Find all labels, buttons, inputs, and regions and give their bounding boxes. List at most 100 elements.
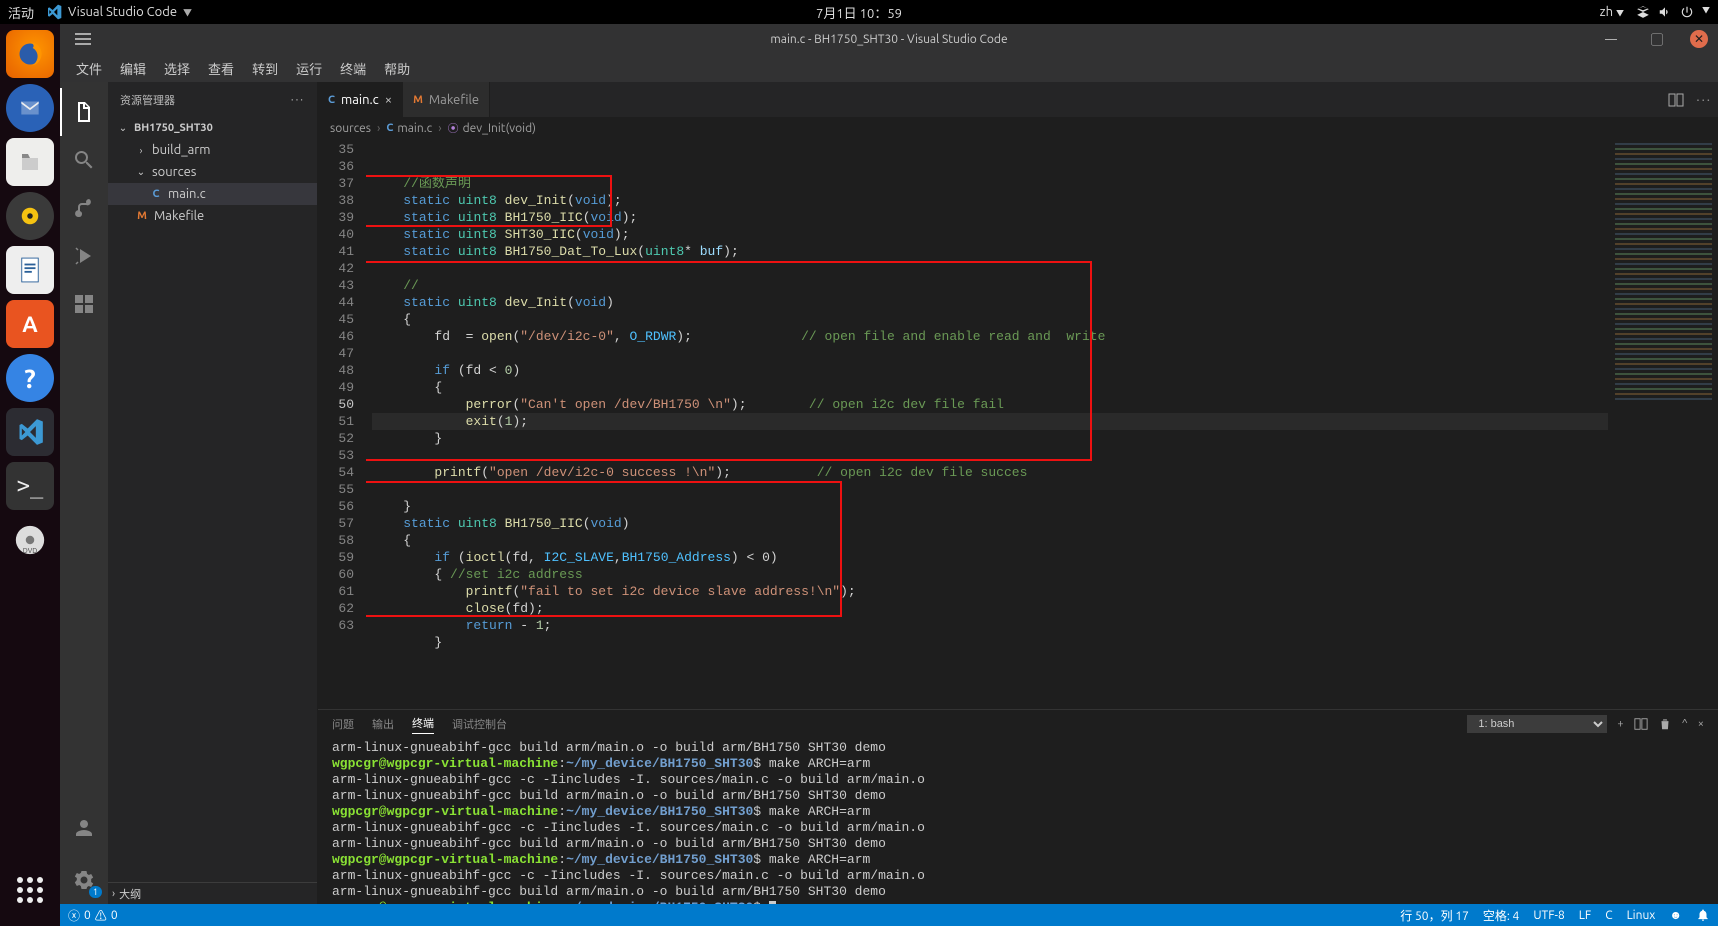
volume-icon[interactable] [1658, 5, 1672, 19]
activity-extensions[interactable] [60, 280, 108, 328]
close-panel-icon[interactable]: × [1698, 718, 1704, 730]
status-os[interactable]: Linux [1627, 907, 1656, 924]
code-editor[interactable]: 3536373839404142434445464748495051525354… [318, 139, 1718, 709]
tree-file-main[interactable]: C main.c [108, 183, 317, 205]
outline-label: 大纲 [119, 886, 141, 902]
chevron-right-icon: › [438, 122, 441, 135]
activity-bar: 1 [60, 82, 108, 904]
ubuntu-dock: A ? >_ DVD [0, 24, 60, 926]
menu-run[interactable]: 运行 [288, 56, 330, 81]
panel-tab-output[interactable]: 输出 [372, 716, 394, 732]
close-icon[interactable]: × [385, 93, 392, 107]
new-terminal-icon[interactable]: + [1617, 718, 1623, 730]
editor-group: C main.c × M Makefile ··· [318, 82, 1718, 904]
tree-folder-sources[interactable]: ⌄ sources [108, 161, 317, 183]
power-icon[interactable] [1680, 5, 1694, 19]
feedback-icon[interactable]: ☻ [1669, 907, 1682, 924]
close-button[interactable]: ✕ [1690, 30, 1708, 48]
menu-file[interactable]: 文件 [68, 56, 110, 81]
panel-tab-debug[interactable]: 调试控制台 [452, 716, 507, 732]
menu-help[interactable]: 帮助 [376, 56, 418, 81]
split-terminal-icon[interactable] [1634, 717, 1648, 731]
tree-folder-build[interactable]: › build_arm [108, 139, 317, 161]
minimap[interactable] [1608, 139, 1718, 709]
dock-software[interactable]: A [6, 300, 54, 348]
dock-rhythmbox[interactable] [6, 192, 54, 240]
network-icon[interactable] [1636, 5, 1650, 19]
status-problems[interactable]: ⓧ0 ⚠0 [68, 907, 118, 924]
show-apps-button[interactable] [6, 866, 54, 914]
dock-libreoffice[interactable] [6, 246, 54, 294]
status-eol[interactable]: LF [1579, 907, 1591, 924]
chevron-down-icon: ⌄ [134, 166, 148, 178]
menu-edit[interactable]: 编辑 [112, 56, 154, 81]
activity-account[interactable] [60, 804, 108, 852]
menu-select[interactable]: 选择 [156, 56, 198, 81]
app-icon[interactable] [60, 32, 106, 46]
tab-label: main.c [341, 93, 379, 107]
settings-badge: 1 [89, 886, 102, 898]
dock-files[interactable] [6, 138, 54, 186]
c-file-icon: C [386, 122, 393, 134]
trash-icon[interactable] [1658, 717, 1672, 731]
activity-debug[interactable] [60, 232, 108, 280]
makefile-icon: M [134, 210, 150, 222]
terminal-selector[interactable]: 1: bash [1467, 715, 1607, 733]
panel-tab-terminal[interactable]: 终端 [412, 715, 434, 734]
dock-terminal[interactable]: >_ [6, 462, 54, 510]
panel-tab-problems[interactable]: 问题 [332, 716, 354, 732]
status-encoding[interactable]: UTF-8 [1533, 907, 1564, 924]
notifications-icon[interactable] [1696, 907, 1710, 924]
activity-explorer[interactable] [60, 88, 108, 136]
dock-vscode[interactable] [6, 408, 54, 456]
maximize-button[interactable]: ▢ [1634, 24, 1680, 54]
file-label: main.c [168, 187, 206, 201]
chevron-right-icon: › [112, 888, 115, 900]
status-lang[interactable]: C [1605, 907, 1612, 924]
split-editor-icon[interactable] [1668, 92, 1684, 108]
code-content[interactable]: //函数声明 static uint8 dev_Init(void); stat… [366, 139, 1608, 709]
function-icon: ⦿ [448, 120, 459, 136]
explorer-sidebar: 资源管理器 ··· ⌄ BH1750_SHT30 › build_arm [108, 82, 318, 904]
file-label: Makefile [154, 209, 204, 223]
menu-view[interactable]: 查看 [200, 56, 242, 81]
tree-file-makefile[interactable]: M Makefile [108, 205, 317, 227]
outline-section[interactable]: › 大纲 [108, 882, 317, 904]
status-line-col[interactable]: 行 50，列 17 [1400, 907, 1469, 924]
dock-disc[interactable]: DVD [6, 516, 54, 564]
folder-label: build_arm [152, 143, 210, 157]
clock[interactable]: 7月1日 10：59 [816, 3, 902, 22]
terminal-output[interactable]: arm-linux-gnueabihf-gcc build arm/main.o… [318, 738, 1718, 904]
titlebar: main.c - BH1750_SHT30 - Visual Studio Co… [60, 24, 1718, 54]
vscode-icon [46, 4, 62, 20]
app-menu[interactable]: Visual Studio Code ▼ [46, 4, 192, 20]
svg-text:DVD: DVD [23, 547, 37, 555]
chevron-down-icon: ⌄ [116, 122, 130, 134]
maximize-panel-icon[interactable]: ^ [1682, 718, 1688, 730]
tab-makefile[interactable]: M Makefile [403, 82, 490, 117]
ime-indicator[interactable]: zh ▼ [1600, 5, 1624, 19]
menubar: 文件 编辑 选择 查看 转到 运行 终端 帮助 [60, 54, 1718, 82]
dock-thunderbird[interactable] [6, 84, 54, 132]
menu-goto[interactable]: 转到 [244, 56, 286, 81]
crumb-folder[interactable]: sources [330, 122, 371, 135]
tree-project[interactable]: ⌄ BH1750_SHT30 [108, 117, 317, 139]
sidebar-title: 资源管理器 [120, 92, 175, 108]
tab-main-c[interactable]: C main.c × [318, 82, 403, 117]
folder-label: sources [152, 165, 196, 179]
status-spaces[interactable]: 空格: 4 [1483, 907, 1519, 924]
breadcrumbs[interactable]: sources › C main.c › ⦿ dev_Init(void) [318, 117, 1718, 139]
activity-search[interactable] [60, 136, 108, 184]
crumb-symbol[interactable]: ⦿ dev_Init(void) [448, 120, 536, 136]
crumb-file[interactable]: C main.c [386, 122, 432, 135]
activities-button[interactable]: 活动 [8, 3, 34, 22]
activity-scm[interactable] [60, 184, 108, 232]
dock-firefox[interactable] [6, 30, 54, 78]
menu-terminal[interactable]: 终端 [332, 56, 374, 81]
dock-help[interactable]: ? [6, 354, 54, 402]
activity-settings[interactable]: 1 [60, 856, 108, 904]
tab-label: Makefile [429, 93, 479, 107]
minimize-button[interactable]: — [1588, 24, 1634, 54]
more-icon[interactable]: ··· [1696, 93, 1712, 107]
sidebar-more-icon[interactable]: ··· [291, 94, 305, 106]
